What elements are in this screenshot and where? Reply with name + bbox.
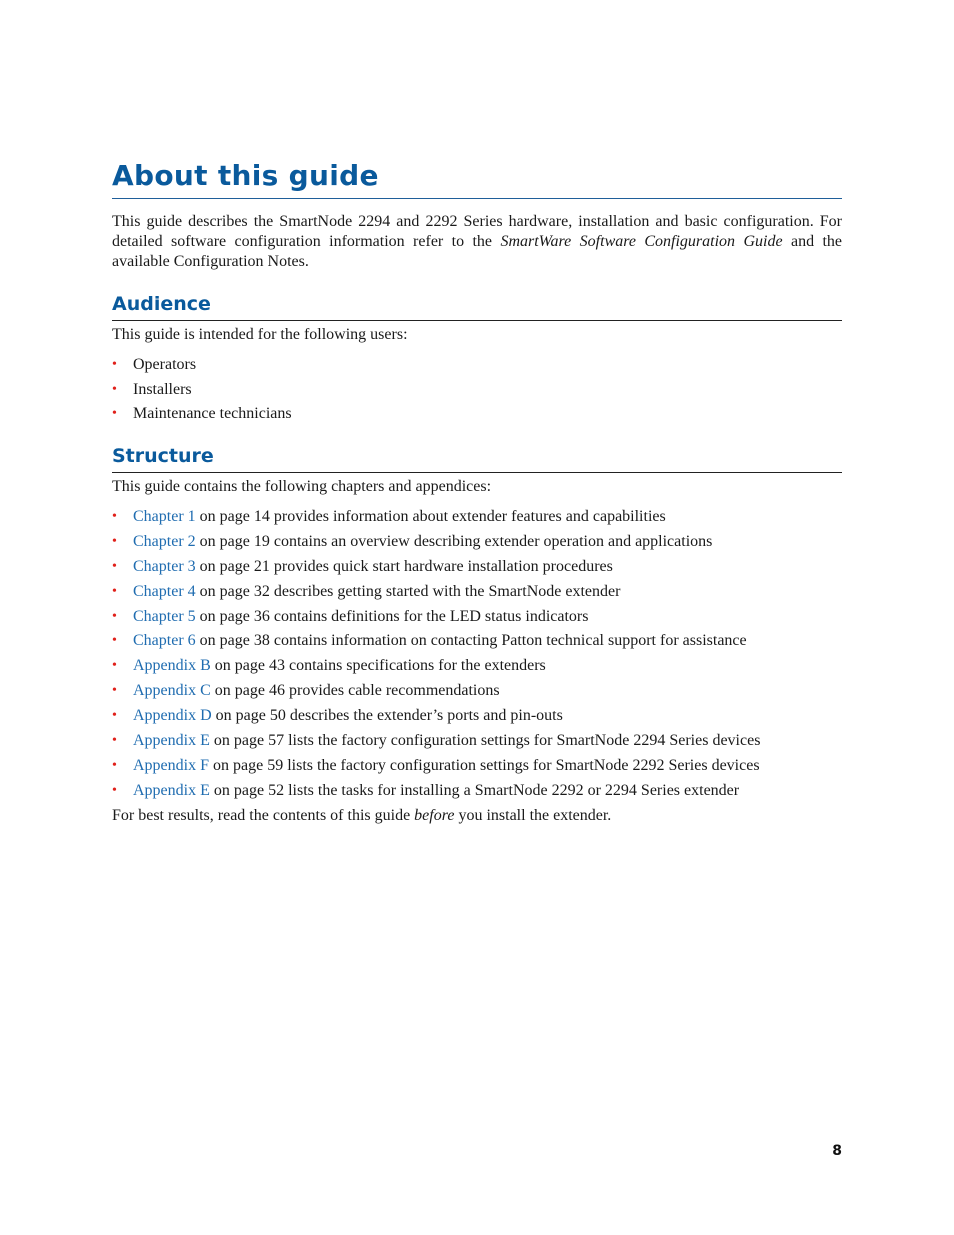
structure-item-text: on page 14 provides information about ex… [195, 508, 666, 525]
audience-heading: Audience [112, 293, 211, 315]
chapter-link[interactable]: Appendix E [133, 732, 210, 749]
chapter-link[interactable]: Chapter 6 [133, 632, 196, 649]
intro-paragraph: This guide describes the SmartNode 2294 … [112, 212, 842, 272]
page-number: 8 [832, 1143, 842, 1159]
structure-item-text: on page 19 contains an overview describi… [195, 532, 713, 550]
structure-item: • Appendix C on page 46 provides cable re… [112, 681, 842, 706]
bullet-icon: • [112, 509, 117, 524]
audience-item-label: Maintenance technicians [133, 405, 292, 422]
structure-list: • Chapter 1 on page 14 provides informati… [112, 507, 842, 806]
structure-item-text: on page 52 lists the tasks for installin… [209, 781, 740, 799]
bullet-icon: • [112, 558, 117, 574]
structure-item: • Chapter 4 on page 32 describes getting … [112, 582, 842, 607]
structure-lead: This guide contains the following chapte… [112, 478, 492, 495]
bullet-icon: • [112, 633, 117, 649]
chapter-link[interactable]: Appendix F [133, 757, 209, 774]
structure-item: • Chapter 3 on page 21 provides quick sta… [112, 557, 842, 582]
title-rule [112, 198, 842, 199]
chapter-link[interactable]: Appendix D [133, 707, 212, 724]
audience-lead: This guide is intended for the following… [112, 326, 408, 343]
structure-item: • Chapter 6 on page 38 contains informati… [112, 631, 842, 656]
structure-item-text: on page 57 lists the factory configurati… [209, 732, 761, 750]
structure-item: • Appendix D on page 50 describes the ext… [112, 706, 842, 731]
structure-item: • Chapter 2 on page 19 contains an overvi… [112, 532, 842, 557]
audience-rule [112, 320, 842, 321]
page-title: About this guide [112, 159, 379, 192]
audience-item: • Maintenance technicians [112, 404, 842, 429]
audience-item: • Operators [112, 355, 842, 380]
structure-item-text: on page 59 lists the factory configurati… [209, 756, 760, 774]
audience-item-label: Installers [133, 380, 192, 398]
bullet-icon: • [112, 583, 117, 599]
structure-item-text: on page 38 contains information on conta… [195, 632, 747, 650]
chapter-link[interactable]: Chapter 3 [133, 558, 196, 575]
chapter-link[interactable]: Chapter 5 [133, 608, 196, 625]
audience-item: • Installers [112, 380, 842, 405]
bullet-icon: • [112, 683, 117, 699]
structure-item-text: on page 43 contains specifications for t… [210, 657, 546, 675]
structure-item: • Appendix E on page 57 lists the factory… [112, 731, 842, 756]
bullet-icon: • [112, 708, 117, 724]
bullet-icon: • [112, 757, 117, 773]
bullet-icon: • [112, 782, 117, 798]
audience-list: • Operators • Installers • Maintenance techni… [112, 355, 842, 429]
structure-item: • Appendix B on page 43 contains specific… [112, 656, 842, 681]
bullet-icon: • [112, 406, 117, 421]
closing-text-end: you install the extender. [454, 807, 612, 824]
bullet-icon: • [112, 658, 117, 674]
guide-title-italic: SmartWare Software Configuration Guide [500, 233, 783, 250]
audience-item-label: Operators [133, 356, 197, 373]
chapter-link[interactable]: Chapter 1 [133, 508, 196, 525]
closing-text: For best results, read the contents of t… [112, 807, 415, 824]
structure-item-text: on page 46 provides cable recommendation… [210, 682, 500, 700]
structure-item-text: on page 21 provides quick start hardware… [195, 557, 613, 575]
bullet-icon: • [112, 533, 117, 549]
bullet-icon: • [112, 381, 117, 397]
structure-rule [112, 472, 842, 473]
closing-italic: before [414, 807, 455, 824]
bullet-icon: • [112, 608, 117, 624]
chapter-link[interactable]: Appendix B [133, 657, 211, 674]
structure-item-text: on page 32 describes getting started wit… [195, 582, 621, 600]
structure-item: • Appendix E on page 52 lists the tasks f… [112, 781, 842, 806]
bullet-icon: • [112, 357, 117, 372]
chapter-link[interactable]: Appendix E [133, 782, 210, 799]
structure-item-text: on page 36 contains definitions for the … [195, 607, 589, 625]
closing-paragraph: For best results, read the contents of t… [112, 806, 842, 826]
structure-item: • Chapter 5 on page 36 contains definitio… [112, 607, 842, 632]
chapter-link[interactable]: Appendix C [133, 682, 211, 699]
structure-item: • Appendix F on page 59 lists the factory… [112, 756, 842, 781]
chapter-link[interactable]: Chapter 4 [133, 583, 196, 600]
structure-item-text: on page 50 describes the extender’s port… [211, 707, 563, 725]
bullet-icon: • [112, 733, 117, 749]
chapter-link[interactable]: Chapter 2 [133, 533, 196, 550]
structure-heading: Structure [112, 445, 214, 467]
structure-item: • Chapter 1 on page 14 provides informati… [112, 507, 842, 532]
